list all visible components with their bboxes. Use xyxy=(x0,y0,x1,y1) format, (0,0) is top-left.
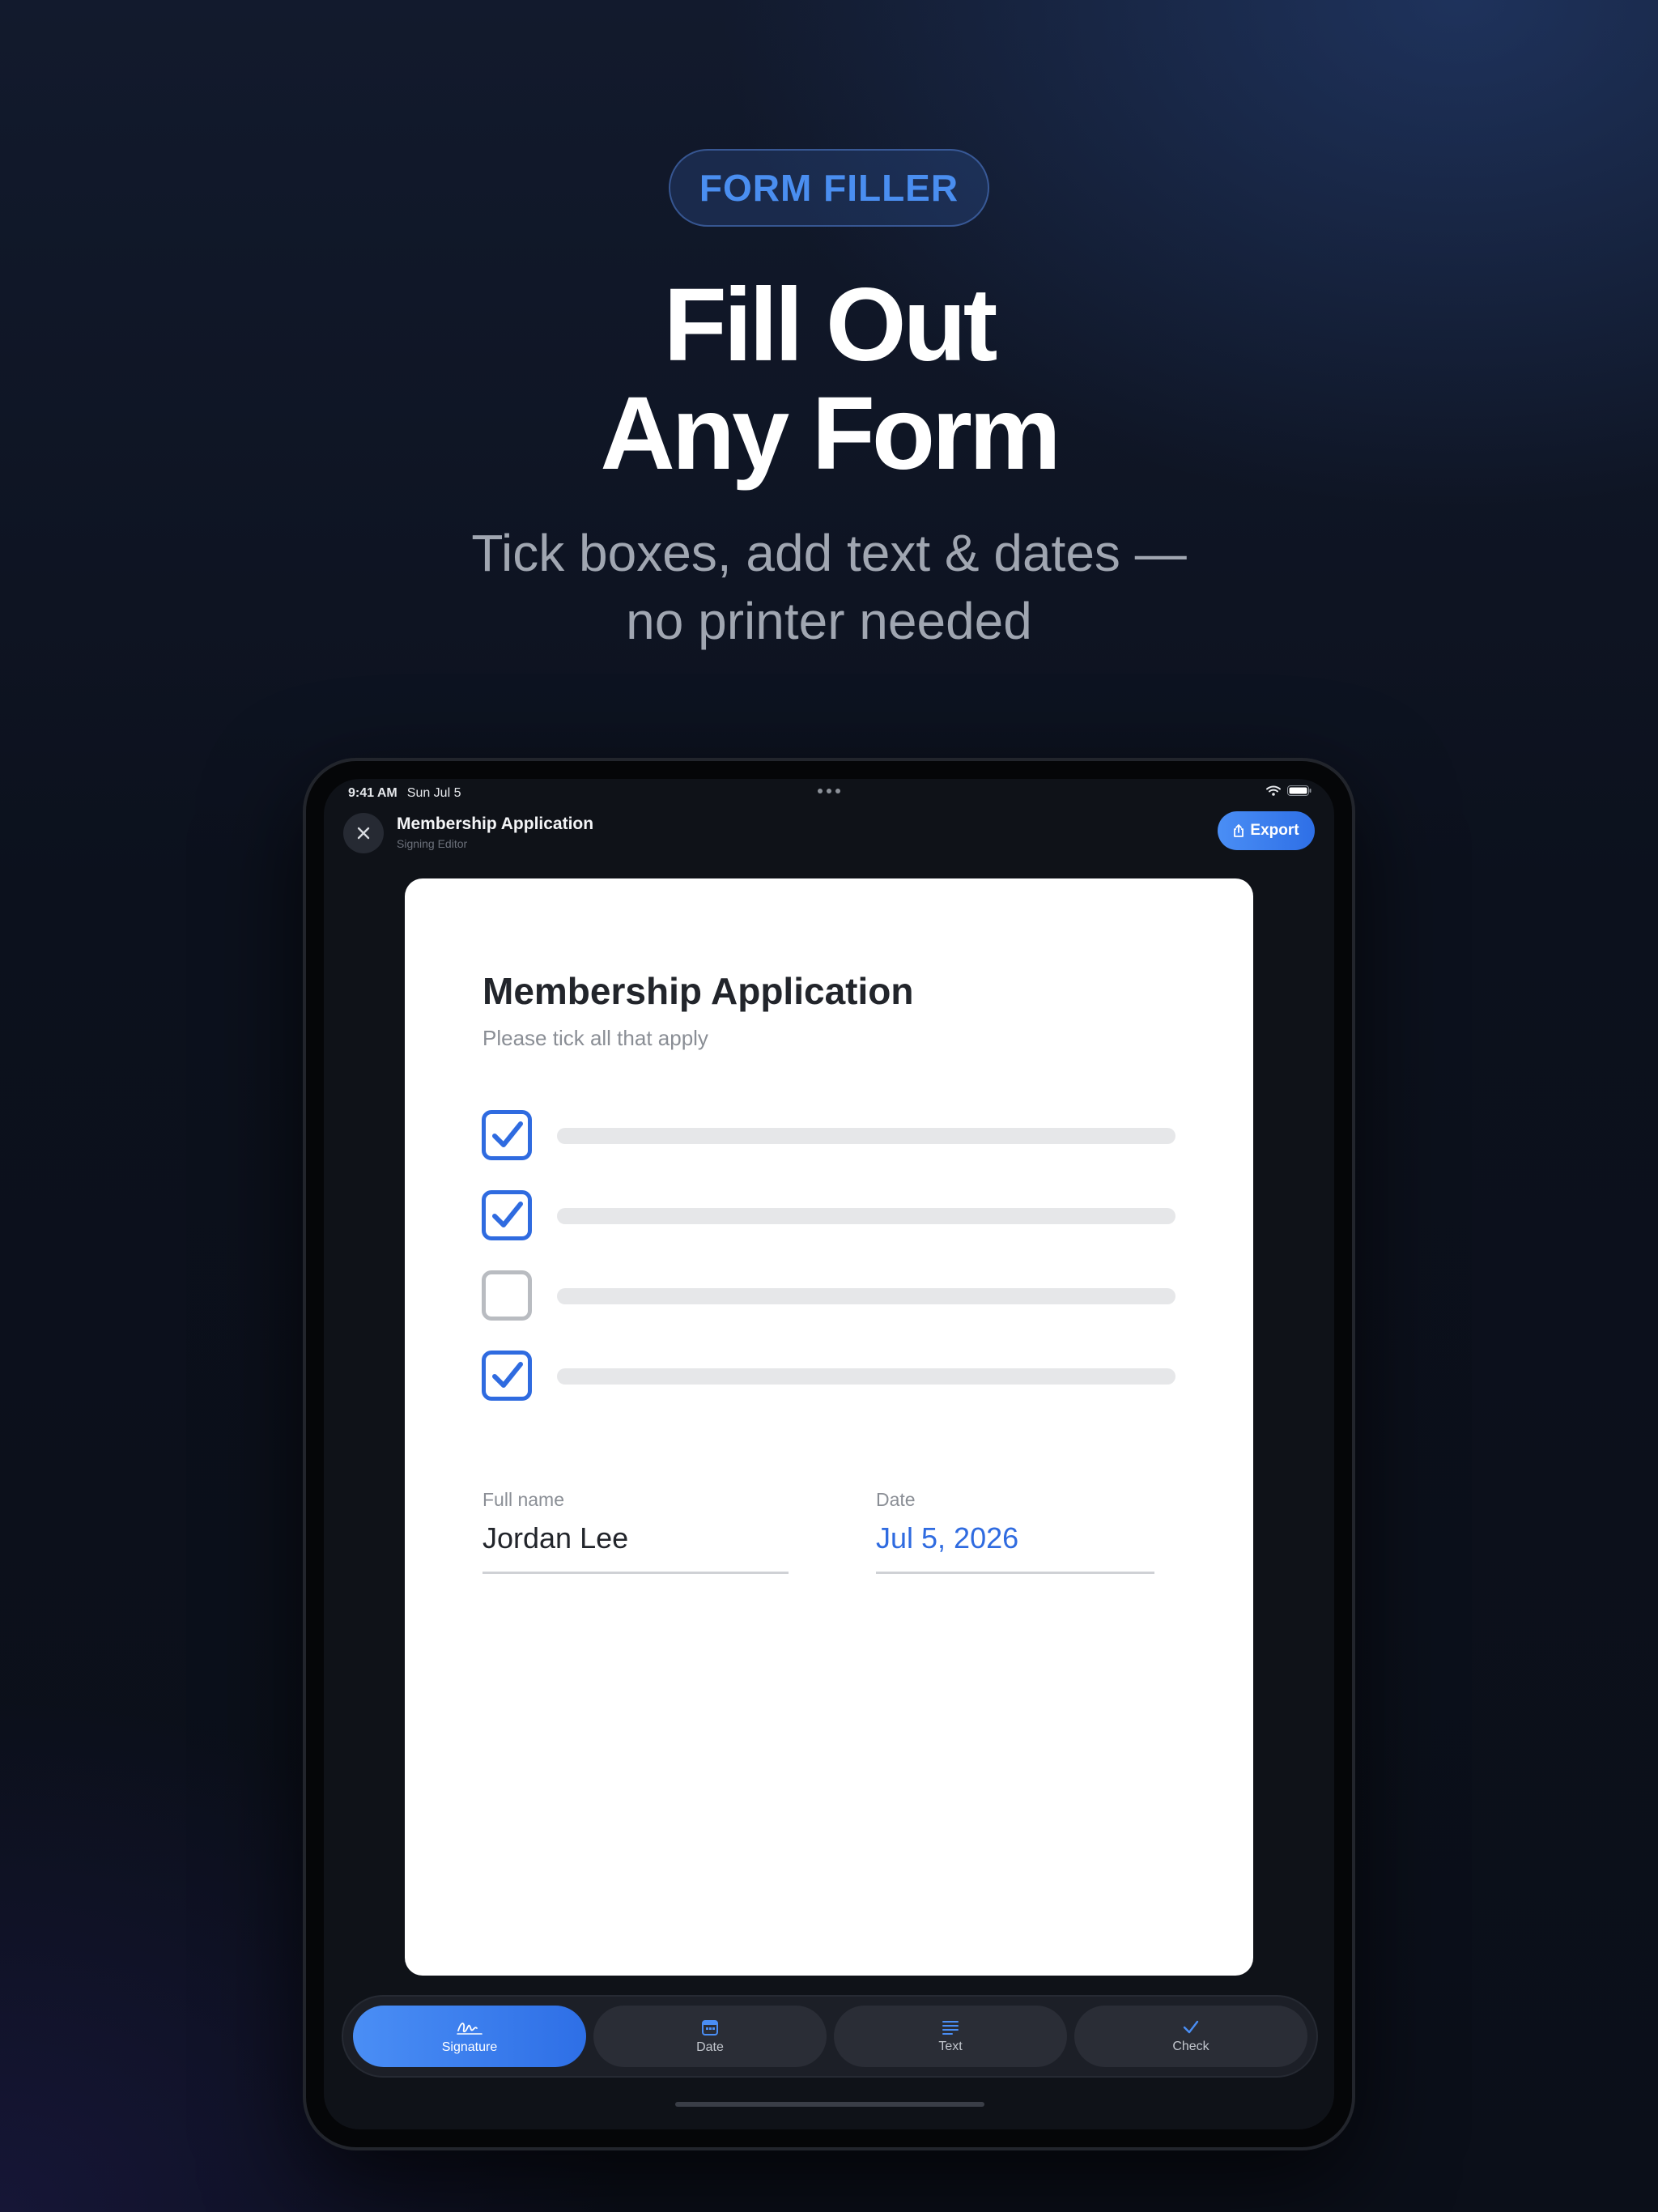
wifi-icon xyxy=(1266,785,1281,796)
checkmark-icon xyxy=(492,1362,523,1388)
full-name-underline xyxy=(483,1572,789,1574)
share-icon xyxy=(1234,824,1244,837)
headline-line-2: Any Form xyxy=(600,376,1061,491)
signature-tool-button[interactable]: Signature xyxy=(353,2006,586,2067)
document-page[interactable]: Membership Application Please tick all t… xyxy=(405,878,1253,1976)
battery-icon xyxy=(1287,785,1312,796)
checkmark-icon xyxy=(492,1121,523,1147)
line-placeholder xyxy=(557,1128,1175,1144)
check-tool-button[interactable]: Check xyxy=(1074,2006,1307,2067)
close-icon xyxy=(357,827,370,840)
check-tool-label: Check xyxy=(1172,2039,1209,2053)
document-title: Membership Application xyxy=(483,970,914,1012)
checkbox-2-checked[interactable] xyxy=(482,1190,532,1240)
export-label: Export xyxy=(1250,822,1299,839)
checkmark-icon xyxy=(492,1202,523,1227)
nav-title: Membership Application xyxy=(397,815,594,833)
status-time: 9:41 AM xyxy=(348,786,397,800)
checkbox-1-checked[interactable] xyxy=(482,1110,532,1160)
checkbox-4-checked[interactable] xyxy=(482,1351,532,1401)
close-button[interactable] xyxy=(343,813,384,853)
headline-line-1: Fill Out xyxy=(663,267,998,383)
nav-subtitle: Signing Editor xyxy=(397,837,468,850)
full-name-label: Full name xyxy=(483,1489,564,1510)
text-lines-icon xyxy=(942,2020,959,2035)
tool-bar: Signature Date Text Check xyxy=(342,1995,1318,2078)
status-bar-time: 9:41 AM Sun Jul 5 xyxy=(348,786,461,801)
export-button[interactable]: Export xyxy=(1218,811,1315,850)
text-tool-button[interactable]: Text xyxy=(834,2006,1067,2067)
date-label: Date xyxy=(876,1489,916,1510)
tablet-frame: 9:41 AM Sun Jul 5 Membership Application… xyxy=(303,758,1355,2150)
checkmark-icon xyxy=(1183,2020,1199,2033)
line-placeholder xyxy=(557,1368,1175,1385)
checkbox-3-unchecked[interactable] xyxy=(482,1270,532,1321)
signature-icon xyxy=(457,2022,483,2035)
full-name-field[interactable]: Jordan Lee xyxy=(483,1521,628,1555)
subtitle-line-1: Tick boxes, add text & dates — xyxy=(471,524,1187,582)
signature-tool-label: Signature xyxy=(441,2040,498,2054)
subtitle-line-2: no printer needed xyxy=(626,592,1032,650)
feature-badge: FORM FILLER xyxy=(669,149,989,227)
home-indicator[interactable] xyxy=(675,2102,984,2107)
status-icons xyxy=(1266,785,1312,796)
document-instructions: Please tick all that apply xyxy=(483,1026,708,1050)
date-tool-button[interactable]: Date xyxy=(593,2006,827,2067)
tablet-screen: 9:41 AM Sun Jul 5 Membership Application… xyxy=(324,779,1334,2129)
calendar-icon xyxy=(702,2019,718,2035)
multitasking-dots-icon[interactable] xyxy=(818,789,840,793)
line-placeholder xyxy=(557,1288,1175,1304)
line-placeholder xyxy=(557,1208,1175,1224)
date-field[interactable]: Jul 5, 2026 xyxy=(876,1521,1018,1555)
date-tool-label: Date xyxy=(696,2040,724,2054)
date-underline xyxy=(876,1572,1154,1574)
status-date: Sun Jul 5 xyxy=(406,786,461,800)
text-tool-label: Text xyxy=(938,2039,963,2053)
